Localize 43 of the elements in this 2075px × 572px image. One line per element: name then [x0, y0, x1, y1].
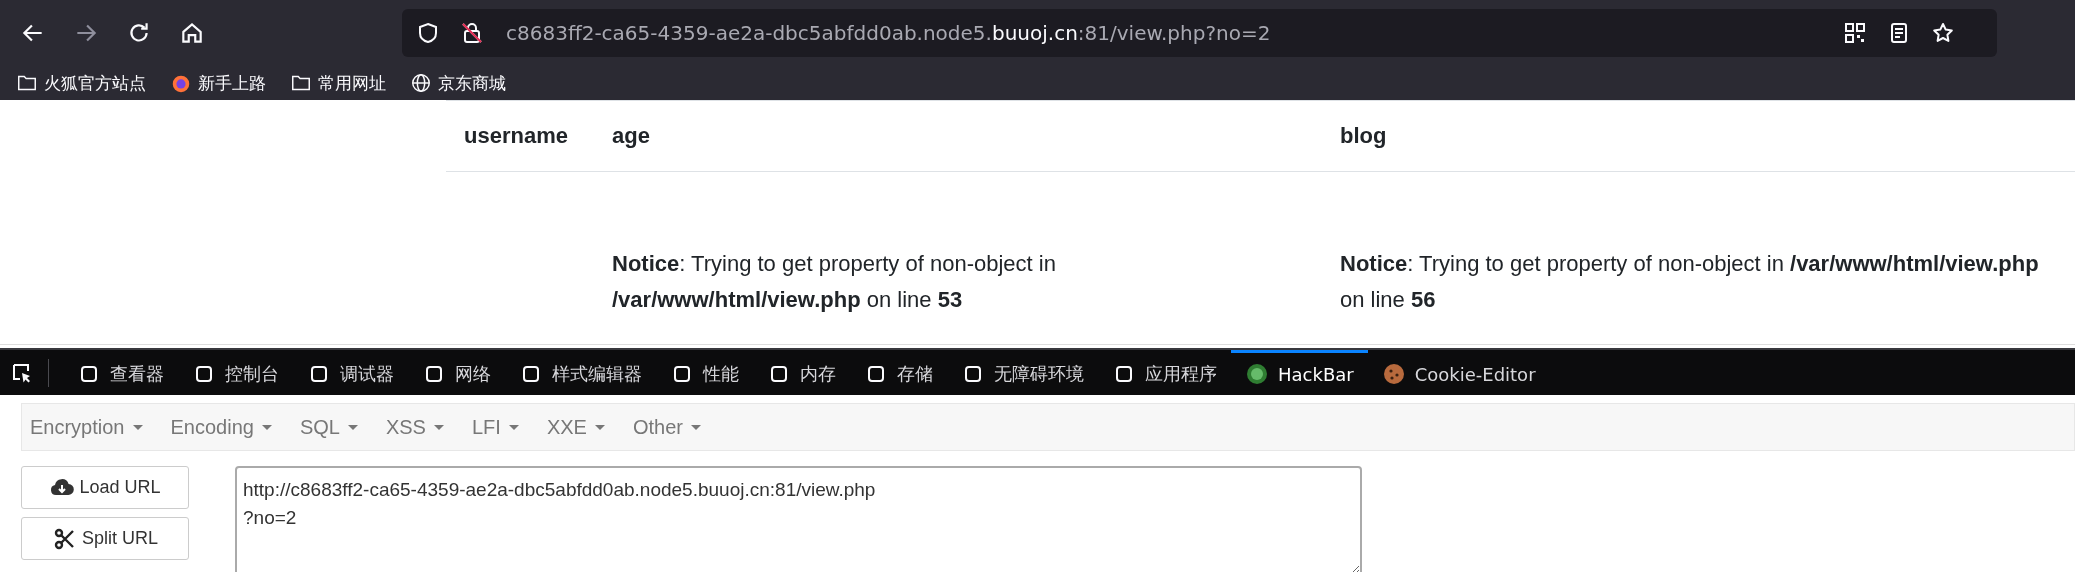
devtools-tab[interactable]: HackBar — [1231, 350, 1368, 395]
devtools-tab[interactable]: Cookie-Editor — [1367, 350, 1550, 395]
url-text: c8683ff2-ca65-4359-ae2a-dbc5abfdd0ab.node5. — [506, 21, 992, 45]
devtools-tab[interactable]: 查看器 — [63, 350, 178, 395]
split-url-button[interactable]: Split URL — [21, 517, 189, 560]
devtools-tab[interactable]: 存储 — [850, 350, 947, 395]
dropdown-menu[interactable]: XXE — [546, 415, 605, 439]
devtools-tab[interactable]: 应用程序 — [1098, 350, 1231, 395]
devtools-tab[interactable]: 调试器 — [293, 350, 408, 395]
star-icon[interactable] — [1931, 21, 1955, 45]
dropdown-menu[interactable]: SQL — [299, 415, 358, 439]
dropdown-menu[interactable]: XSS — [385, 415, 444, 439]
column-header: age — [612, 123, 650, 148]
address-bar[interactable]: c8683ff2-ca65-4359-ae2a-dbc5abfdd0ab.node5.buuoj.cn:81/view.php?no=2 — [402, 9, 1997, 57]
bookmark-link[interactable]: 常用网址 — [318, 71, 386, 95]
bookmark-link[interactable]: 京东商城 — [438, 71, 506, 95]
insecure-lock-icon[interactable] — [460, 21, 484, 45]
devtools-tab[interactable]: 内存 — [753, 350, 850, 395]
url-input-field[interactable]: http://c8683ff2-ca65-4359-ae2a-dbc5abfdd0ab.node5.buuoj.cn:81/view.php ?no=2 — [235, 466, 1362, 572]
home-icon[interactable] — [179, 20, 205, 46]
dropdown-menu[interactable]: Encryption — [30, 415, 143, 439]
column-header: blog — [1340, 123, 1387, 148]
notice-text: Notice: Trying to get property of non-object in /var/www/html/view.php on line 53 — [612, 251, 1056, 312]
bookmark-link[interactable]: 火狐官方站点 — [44, 71, 146, 95]
devtools-tab[interactable]: 无障碍环境 — [947, 350, 1098, 395]
qr-code-icon[interactable] — [1843, 21, 1867, 45]
notice-text: Notice: Trying to get property of non-object in /var/www/html/view.php on line 56 — [1340, 251, 2039, 312]
url-text: :81/view.php?no=2 — [1077, 21, 1271, 45]
globe-icon — [410, 72, 432, 94]
devtools-tab[interactable]: 网络 — [408, 350, 505, 395]
cookie-icon — [1381, 362, 1406, 386]
devtools-tab[interactable]: 性能 — [656, 350, 753, 395]
column-header: username — [464, 123, 568, 148]
shield-icon[interactable] — [416, 21, 440, 45]
circle-icon — [1245, 362, 1269, 386]
url-text: buuoj.cn — [991, 21, 1078, 45]
devtools-tab[interactable]: 控制台 — [178, 350, 293, 395]
dropdown-menu[interactable]: Other — [632, 415, 701, 439]
devtools-tab[interactable]: 样式编辑器 — [505, 350, 656, 395]
bookmark-link[interactable]: 新手上路 — [198, 71, 266, 95]
load-url-button[interactable]: Load URL — [21, 466, 189, 509]
dropdown-menu[interactable]: Encoding — [170, 415, 272, 439]
dropdown-menu[interactable]: LFI — [471, 415, 519, 439]
